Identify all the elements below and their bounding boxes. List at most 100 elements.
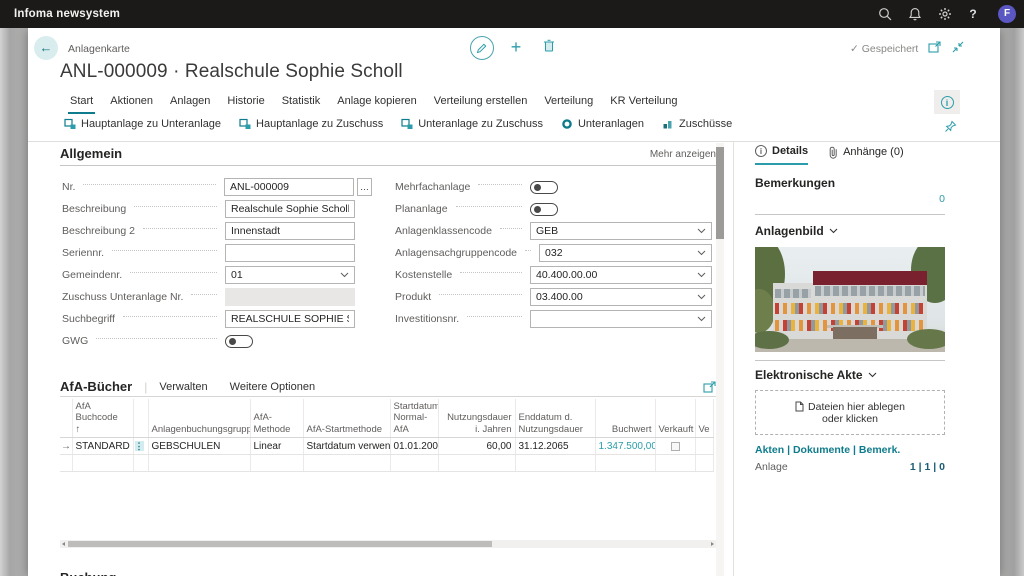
bemerkungen-count-link[interactable]: 0 — [755, 193, 945, 205]
chevron-down-icon — [340, 272, 349, 278]
cell-startdatum[interactable]: 01.01.2006 — [390, 438, 438, 455]
col-startdatum[interactable]: Startdatum Normal-AfA — [390, 399, 438, 438]
produkt-select[interactable]: 03.400.00 — [530, 288, 712, 306]
delete-button[interactable] — [542, 38, 556, 53]
anlagenklassencode-select[interactable]: GEB — [530, 222, 712, 240]
horizontal-scrollbar[interactable] — [60, 540, 716, 548]
col-afa-methode[interactable]: AfA-Methode — [250, 399, 303, 438]
eakte-links[interactable]: Akten | Dokumente | Bemerk. — [755, 444, 900, 456]
vertical-scrollbar[interactable] — [716, 143, 724, 576]
seriennr-input[interactable] — [225, 244, 355, 262]
cell-enddatum[interactable]: 31.12.2065 — [515, 438, 595, 455]
anlagensachgruppencode-select[interactable]: 032 — [539, 244, 712, 262]
elektronische-akte-heading[interactable]: Elektronische Akte — [755, 368, 877, 382]
tab-anlagen[interactable]: Anlagen — [168, 92, 212, 114]
scroll-right-arrow[interactable] — [711, 542, 714, 546]
avatar[interactable]: F — [998, 5, 1016, 23]
allgemein-heading[interactable]: Allgemein — [60, 146, 122, 161]
next-section-heading-clipped[interactable]: Buchung — [60, 569, 260, 576]
cell-startmethode[interactable]: Startdatum verwenden — [303, 438, 390, 455]
gear-icon[interactable] — [938, 7, 952, 21]
action-hauptanlage-zu-zuschuss[interactable]: Hauptanlage zu Zuschuss — [239, 118, 383, 130]
tab-historie[interactable]: Historie — [225, 92, 266, 114]
bell-icon[interactable] — [908, 7, 922, 21]
action-unteranlagen[interactable]: Unteranlagen — [561, 118, 644, 130]
tab-verteilung-erstellen[interactable]: Verteilung erstellen — [432, 92, 530, 114]
field-plananlage: Plananlage — [395, 200, 712, 218]
cell-buchwert-link[interactable]: 1.347.500,00 — [595, 438, 655, 455]
anlagenbild-photo[interactable] — [755, 247, 945, 352]
verkauft-checkbox[interactable] — [671, 442, 680, 451]
help-icon[interactable]: ? — [966, 7, 980, 21]
tab-anhaenge[interactable]: Anhänge (0) — [828, 145, 904, 165]
file-dropzone[interactable]: Dateien hier ablegen oder klicken — [755, 390, 945, 435]
anlagenbild-heading[interactable]: Anlagenbild — [755, 224, 838, 238]
open-in-window-icon[interactable] — [928, 41, 941, 53]
vertical-scrollbar-thumb[interactable] — [716, 147, 724, 239]
back-button[interactable]: ← — [34, 36, 58, 60]
field-mehrfachanlage: Mehrfachanlage — [395, 178, 712, 196]
paperclip-icon — [828, 146, 838, 159]
new-button[interactable]: + — [506, 35, 526, 59]
document-icon — [795, 401, 804, 412]
tab-aktionen[interactable]: Aktionen — [108, 92, 155, 114]
expand-table-icon[interactable] — [703, 381, 716, 393]
cell-nutzungsdauer[interactable]: 60,00 — [438, 438, 515, 455]
bars-icon — [662, 118, 674, 130]
beschreibung-input[interactable] — [225, 200, 355, 218]
table-row-empty[interactable] — [60, 455, 713, 472]
tab-start[interactable]: Start — [68, 92, 95, 114]
collapse-icon[interactable] — [952, 41, 964, 53]
anlage-counts-link[interactable]: 1 | 1 | 0 — [910, 461, 945, 473]
tab-kr-verteilung[interactable]: KR Verteilung — [608, 92, 679, 114]
scroll-left-arrow[interactable] — [62, 542, 65, 546]
table-row[interactable]: → STANDARD ⋮ GEBSCHULEN Linear Startdatu… — [60, 438, 713, 455]
gwg-toggle[interactable] — [225, 335, 253, 348]
bemerkungen-heading: Bemerkungen — [755, 176, 835, 190]
row-menu-button[interactable]: ⋮ — [135, 441, 144, 451]
beschreibung-2-input[interactable] — [225, 222, 355, 240]
ribbon-divider — [28, 141, 1000, 142]
search-icon[interactable] — [878, 7, 892, 21]
chevron-down-icon — [697, 316, 706, 322]
action-unteranlage-zu-zuschuss[interactable]: Unteranlage zu Zuschuss — [401, 118, 543, 130]
col-cutoff[interactable]: Ve — [695, 399, 713, 438]
gemeindenr-select[interactable]: 01 — [225, 266, 355, 284]
tab-anlage-kopieren[interactable]: Anlage kopieren — [335, 92, 419, 114]
mehr-anzeigen-link[interactable]: Mehr anzeigen — [650, 146, 716, 160]
kostenstelle-select[interactable]: 40.400.00.00 — [530, 266, 712, 284]
plananlage-toggle[interactable] — [530, 203, 558, 216]
action-zuschuesse[interactable]: Zuschüsse — [662, 118, 732, 130]
allgemein-section-header: Allgemein Mehr anzeigen — [60, 146, 716, 166]
relation-icon — [64, 118, 76, 130]
cell-buchcode[interactable]: STANDARD — [72, 438, 133, 455]
info-button[interactable]: i — [934, 90, 960, 114]
col-anlagenbuchungsgruppe[interactable]: Anlagenbuchungsgruppe — [148, 399, 250, 438]
horizontal-scrollbar-thumb[interactable] — [68, 541, 492, 547]
col-afa-buchcode[interactable]: AfA Buchcode↑ — [72, 399, 133, 438]
col-enddatum[interactable]: Enddatum d. Nutzungsdauer — [515, 399, 595, 438]
suchbegriff-input[interactable] — [225, 310, 355, 328]
cell-gruppe[interactable]: GEBSCHULEN — [148, 438, 250, 455]
pin-icon[interactable] — [944, 120, 957, 133]
col-buchwert[interactable]: Buchwert — [595, 399, 655, 438]
col-verkauft[interactable]: Verkauft — [655, 399, 695, 438]
breadcrumb[interactable]: Anlagenkarte — [68, 43, 130, 55]
tab-verteilung[interactable]: Verteilung — [542, 92, 595, 114]
tab-statistik[interactable]: Statistik — [280, 92, 323, 114]
field-kostenstelle: Kostenstelle 40.400.00.00 — [395, 266, 712, 284]
investitionsnr-select[interactable] — [530, 310, 712, 328]
mehrfachanlage-toggle[interactable] — [530, 181, 558, 194]
afa-heading[interactable]: AfA-Bücher — [60, 379, 132, 394]
col-nutzungsdauer[interactable]: Nutzungsdauer i. Jahren — [438, 399, 515, 438]
tab-details[interactable]: i Details — [755, 145, 808, 165]
nr-input[interactable] — [224, 178, 354, 196]
verwalten-menu[interactable]: Verwalten — [159, 381, 207, 393]
action-hauptanlage-zu-unteranlage[interactable]: Hauptanlage zu Unteranlage — [64, 118, 221, 130]
field-nr: Nr. … — [62, 178, 372, 196]
assist-edit-button[interactable]: … — [357, 178, 372, 196]
edit-button[interactable] — [470, 36, 494, 60]
cell-methode[interactable]: Linear — [250, 438, 303, 455]
weitere-optionen-menu[interactable]: Weitere Optionen — [230, 381, 315, 393]
col-afa-startmethode[interactable]: AfA-Startmethode — [303, 399, 390, 438]
